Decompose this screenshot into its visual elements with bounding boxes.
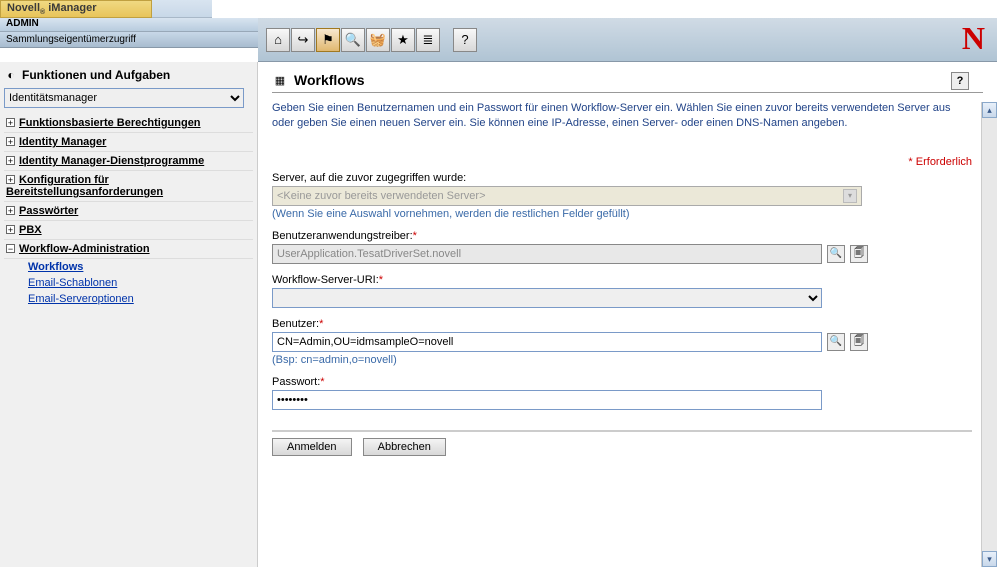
flag-icon[interactable]: ⚑ [316, 28, 340, 52]
button-bar: Anmelden Abbrechen [272, 430, 972, 456]
tasks-icon: ◐ [4, 69, 18, 81]
brand-bar: Novell® iManager [0, 0, 152, 18]
field-user: Benutzer:* 🔍 🗐 (Bsp: cn=admin,o=novell) [272, 318, 983, 366]
prev-server-select[interactable]: <Keine zuvor bereits verwendeten Server>… [272, 186, 862, 206]
tree-item[interactable]: + PBX [4, 221, 253, 240]
star-icon[interactable]: ★ [391, 28, 415, 52]
tree-item[interactable]: + Funktionsbasierte Berechtigungen [4, 114, 253, 133]
tree-child-link[interactable]: Email-Serveroptionen [28, 291, 253, 307]
expand-icon[interactable]: + [6, 175, 15, 184]
content-area: ▦ Workflows ? ▴ ▾ Geben Sie einen Benutz… [258, 62, 997, 567]
novell-logo: N [962, 20, 985, 57]
role-select[interactable]: Identitätsmanager [4, 88, 244, 108]
intro-text: Geben Sie einen Benutzernamen und ein Pa… [272, 101, 952, 132]
home-icon[interactable]: ⌂ [266, 28, 290, 52]
tree-item-label[interactable]: PBX [19, 224, 42, 236]
list-icon[interactable]: ≣ [416, 28, 440, 52]
tree-item-label[interactable]: Identity Manager-Dienstprogramme [19, 155, 204, 167]
tree-item[interactable]: −Workflow-Administration [4, 240, 253, 259]
scroll-up-icon[interactable]: ▴ [982, 102, 997, 118]
tree-item[interactable]: + Passwörter [4, 202, 253, 221]
driver-input [272, 244, 822, 264]
help-icon[interactable]: ? [453, 28, 477, 52]
field-password: Passwort:* [272, 376, 983, 410]
tree-item[interactable]: + Identity Manager [4, 133, 253, 152]
chevron-down-icon: ▾ [843, 189, 857, 203]
scrollbar[interactable]: ▴ ▾ [981, 102, 997, 567]
admin-label: ADMIN [0, 18, 258, 32]
tree-item[interactable]: +Konfiguration für Bereitstellungsanford… [4, 171, 253, 202]
workflow-icon: ▦ [272, 72, 288, 88]
field-driver: Benutzeranwendungstreiber:* 🔍 🗐 [272, 230, 983, 264]
field-prev-server: Server, auf die zuvor zugegriffen wurde:… [272, 172, 983, 220]
basket-icon[interactable]: 🧺 [366, 28, 390, 52]
required-note: * Erforderlich [272, 156, 972, 168]
history-icon[interactable]: 🗐 [850, 245, 868, 263]
tree-item-label[interactable]: Passwörter [19, 205, 78, 217]
scope-label: Sammlungseigentümerzugriff [0, 32, 258, 48]
brand-curve [152, 0, 212, 18]
password-input[interactable] [272, 390, 822, 410]
expand-icon[interactable]: + [6, 206, 15, 215]
user-input[interactable] [272, 332, 822, 352]
browse-icon[interactable]: 🔍 [827, 333, 845, 351]
help-button[interactable]: ? [951, 72, 969, 90]
collapse-icon[interactable]: − [6, 244, 15, 253]
expand-icon[interactable]: + [6, 118, 15, 127]
expand-icon[interactable]: + [6, 225, 15, 234]
tree-item-label[interactable]: Identity Manager [19, 136, 106, 148]
scroll-down-icon[interactable]: ▾ [982, 551, 997, 567]
tree-item[interactable]: + Identity Manager-Dienstprogramme [4, 152, 253, 171]
tree-item-label[interactable]: Funktionsbasierte Berechtigungen [19, 117, 201, 129]
sidebar-title: ◐ Funktionen und Aufgaben [4, 68, 253, 82]
tree-item-label[interactable]: Konfiguration für Bereitstellungsanforde… [6, 174, 163, 198]
field-uri: Workflow-Server-URI:* [272, 274, 983, 308]
cancel-button[interactable]: Abbrechen [363, 438, 446, 456]
tree-child-link[interactable]: Workflows [28, 259, 253, 275]
exit-icon[interactable]: ↪ [291, 28, 315, 52]
search-icon[interactable]: 🔍 [341, 28, 365, 52]
browse-icon[interactable]: 🔍 [827, 245, 845, 263]
expand-icon[interactable]: + [6, 137, 15, 146]
sidebar: ◐ Funktionen und Aufgaben Identitätsmana… [0, 62, 258, 567]
expand-icon[interactable]: + [6, 156, 15, 165]
tree-child-link[interactable]: Email-Schablonen [28, 275, 253, 291]
submit-button[interactable]: Anmelden [272, 438, 352, 456]
uri-select[interactable] [272, 288, 822, 308]
content-header: ▦ Workflows [272, 72, 983, 93]
tree-item-label[interactable]: Workflow-Administration [19, 243, 150, 255]
scrollbar-track[interactable] [982, 118, 997, 551]
history-icon[interactable]: 🗐 [850, 333, 868, 351]
page-title: Workflows [294, 72, 365, 88]
toolbar: ⌂↪⚑🔍🧺★≣? N [258, 18, 997, 62]
